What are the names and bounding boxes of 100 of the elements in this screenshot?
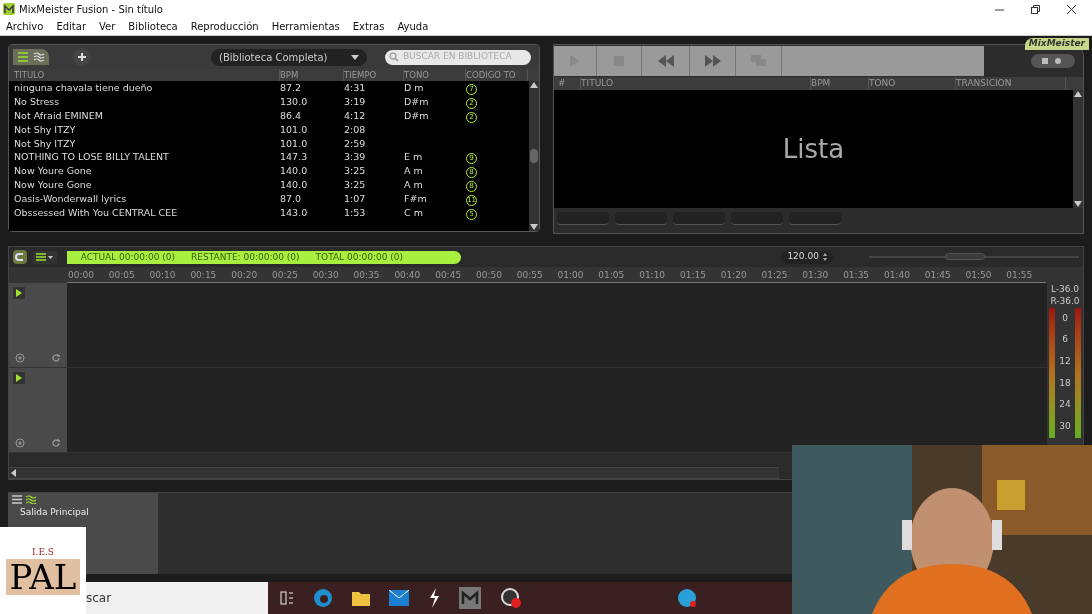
logo-text: PAL — [5, 559, 81, 596]
table-cell-text: 4:12 — [344, 109, 367, 123]
menu-item[interactable]: Extras — [352, 19, 385, 34]
menu-item[interactable]: Editar — [56, 19, 86, 34]
tempo-field[interactable]: 120.00 — [781, 250, 833, 264]
table-cell-text: Now Youre Gone — [14, 178, 93, 193]
taskbar-search-field[interactable]: scar — [86, 582, 268, 614]
table-cell-text: 140.0 — [280, 178, 309, 193]
table-cell-text: 147.3 — [280, 150, 309, 165]
loop-icon[interactable] — [51, 353, 61, 363]
loop-icon[interactable] — [51, 438, 61, 448]
view-menu-button[interactable] — [32, 250, 57, 264]
search-field[interactable]: BUSCAR EN BIBLIOTECA — [385, 49, 531, 65]
transition-button[interactable] — [615, 212, 667, 225]
spinner-icon — [822, 253, 827, 261]
lightning-icon[interactable] — [428, 588, 440, 608]
transition-button[interactable] — [789, 212, 841, 225]
scroll-down-icon — [530, 224, 538, 230]
meter-scale-label: 12 — [1059, 354, 1071, 368]
menu-item[interactable]: Ayuda — [397, 19, 429, 34]
table-cell: E m — [404, 151, 423, 163]
table-cell-text: 101.0 — [280, 136, 309, 151]
table-cell-text: Now Youre Gone — [14, 164, 93, 179]
snap-button[interactable] — [13, 250, 27, 264]
restore-icon — [1030, 4, 1040, 14]
transition-button[interactable] — [557, 212, 609, 225]
plus-icon — [77, 52, 87, 62]
record-icon[interactable] — [15, 353, 25, 363]
menu-item[interactable]: Biblioteca — [128, 19, 178, 34]
meter-readout: R-36.0 — [1050, 296, 1080, 306]
table-cell-text: 2:59 — [344, 136, 367, 151]
meter-scale-label: 24 — [1059, 398, 1071, 412]
menu-item[interactable]: Reproducción — [190, 19, 259, 34]
table-cell-text: 3:19 — [344, 95, 367, 109]
list-icon[interactable] — [12, 495, 22, 504]
table-cell-text: Not Shy ITZY — [14, 123, 77, 137]
meter-scale-label: 30 — [1059, 419, 1071, 433]
table-cell: A m — [404, 165, 423, 177]
table-cell-text: Not Shy ITZY — [14, 136, 77, 151]
table-cell-text: 140.0 — [280, 164, 309, 179]
transition-button[interactable] — [673, 212, 725, 225]
transition-button[interactable] — [731, 212, 783, 225]
scrollbar[interactable] — [1073, 90, 1083, 208]
menu-item[interactable]: Herramientas — [271, 19, 340, 34]
browser-icon[interactable] — [313, 588, 333, 608]
track-icon[interactable] — [13, 372, 25, 384]
track-row[interactable]: Not Shy ITZY 101.0 2:08 — [14, 123, 529, 137]
library-dropdown[interactable]: (Biblioteca Completa) — [211, 48, 367, 66]
close-icon — [1066, 4, 1076, 14]
table-cell-text: 1:07 — [344, 192, 367, 207]
horizontal-scrollbar[interactable] — [9, 467, 779, 479]
table-cell-text: 87.2 — [280, 81, 303, 95]
scrollbar[interactable] — [529, 81, 539, 231]
add-button[interactable] — [73, 48, 91, 66]
table-cell-text: Oasis-Wonderwall lyrics — [14, 192, 128, 207]
logo-subtitle: I.E.S — [32, 545, 54, 559]
table-cell-text: 101.0 — [280, 123, 309, 137]
table-cell: A m — [404, 179, 423, 191]
table-cell-text: ninguna chavala tiene dueño — [14, 81, 154, 95]
app-icon[interactable] — [459, 587, 481, 609]
scroll-down-icon — [1074, 201, 1082, 207]
scroll-thumb[interactable] — [530, 149, 538, 163]
meter-scale-label: 0 — [1062, 311, 1068, 325]
recorder-icon[interactable] — [500, 587, 522, 609]
scroll-left-icon — [9, 468, 19, 478]
menu-item[interactable]: Ver — [99, 19, 116, 34]
list-icon[interactable] — [17, 52, 29, 62]
zoom-slider[interactable] — [868, 253, 1079, 261]
table-cell-text: No Stress — [14, 95, 61, 109]
wave-icon[interactable] — [33, 52, 45, 62]
table-cell: F#m — [404, 193, 427, 205]
folder-icon[interactable] — [352, 590, 370, 606]
time-readout: RESTANTE: 00:00:00 (0) — [191, 252, 300, 262]
caret-icon — [48, 255, 54, 259]
menu-item[interactable]: Archivo — [6, 19, 44, 34]
help-icon[interactable] — [677, 588, 697, 608]
track-row[interactable]: Not Shy ITZY 101.0 2:59 — [14, 136, 529, 151]
wave-icon[interactable] — [26, 495, 36, 504]
table-cell-text: 2:08 — [344, 123, 367, 137]
track-icon[interactable] — [13, 287, 25, 299]
slider-thumb[interactable] — [945, 253, 986, 260]
table-cell-text: Obssessed With You CENTRAL CEE — [14, 206, 179, 221]
table-cell-text: 3:25 — [344, 178, 367, 193]
magnet-icon — [14, 252, 25, 262]
task-view-icon[interactable] — [280, 591, 294, 605]
forward-icon — [704, 55, 721, 67]
mail-icon[interactable] — [389, 590, 409, 606]
table-cell-text: 1:53 — [344, 206, 367, 221]
table-cell-text: 87.0 — [280, 192, 303, 207]
table-cell-text: 3:39 — [344, 150, 367, 165]
view-toggle-button[interactable] — [1031, 54, 1075, 68]
record-icon[interactable] — [15, 438, 25, 448]
list-icon — [36, 253, 47, 261]
meter-scale-label: 18 — [1059, 376, 1071, 390]
rewind-icon — [657, 55, 674, 67]
table-cell-text: 130.0 — [280, 95, 309, 109]
search-icon — [389, 52, 399, 62]
caret-icon — [351, 54, 359, 60]
output-label: Salida Principal — [19, 506, 90, 519]
time-readout: TOTAL 00:00:00 (0) — [315, 252, 403, 262]
